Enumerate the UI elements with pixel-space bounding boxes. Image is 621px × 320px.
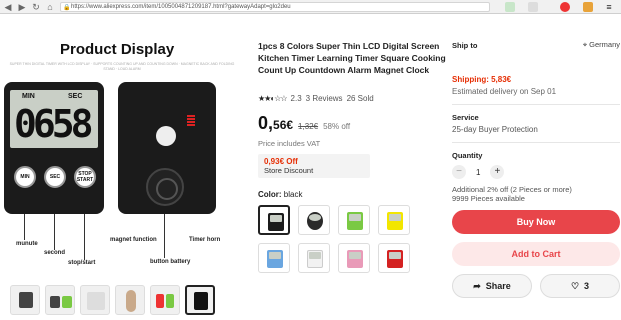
extension-icon[interactable] xyxy=(505,2,515,12)
image-fine-print: SUPER THIN DIGITAL TIMER WITH LCD DISPLA… xyxy=(9,62,235,71)
price-original: 1,32€ xyxy=(298,122,319,131)
lcd-screen: MIN SEC 0658 xyxy=(10,90,98,148)
product-main-image[interactable]: Product Display SUPER THIN DIGITAL TIMER… xyxy=(4,36,240,268)
menu-icon[interactable]: ≡ xyxy=(604,2,614,12)
share-icon: ➦ xyxy=(473,280,481,291)
address-bar[interactable]: 🔒 https://www.aliexpress.com/item/100500… xyxy=(60,2,490,12)
price-row: 0,56€ 1,32€ 58% off xyxy=(258,113,448,134)
swatch-pink[interactable] xyxy=(338,243,370,273)
lock-icon: 🔒 xyxy=(63,5,71,11)
add-to-cart-button[interactable]: Add to Cart xyxy=(452,242,620,266)
annotation-munute: munute xyxy=(16,241,38,247)
magnet xyxy=(156,126,176,146)
swatch-stopwatch[interactable] xyxy=(298,205,330,235)
wishlist-button[interactable]: ♡ 3 xyxy=(540,274,620,298)
lcd-min-label: MIN xyxy=(22,93,35,100)
ship-to-row[interactable]: Ship to ⌖ Germany xyxy=(452,40,620,50)
quantity-value[interactable]: 1 xyxy=(476,168,480,177)
buy-now-button[interactable]: Buy Now xyxy=(452,210,620,234)
adblock-icon[interactable] xyxy=(560,2,570,12)
star-rating-icon: ★★◐☆☆ xyxy=(258,94,288,103)
color-value: black xyxy=(283,190,303,199)
thumbnail[interactable] xyxy=(115,285,145,315)
thumbnail-selected[interactable] xyxy=(185,285,215,315)
thumbnail[interactable] xyxy=(150,285,180,315)
action-row: ➦ Share ♡ 3 xyxy=(452,274,620,298)
annotation-magnet: magnet function xyxy=(110,237,157,243)
thumbnail-strip xyxy=(10,285,215,315)
location-pin-icon: ⌖ xyxy=(582,40,588,49)
plus-icon[interactable]: + xyxy=(490,165,505,179)
annotation-battery: button battery xyxy=(150,259,191,265)
timer-front: MIN SEC 0658 MIN SEC STOP START xyxy=(4,82,104,214)
ship-to-label: Ship to xyxy=(452,40,478,50)
annotation-second: second xyxy=(44,250,66,256)
service-label: Service xyxy=(452,113,479,122)
coupon-label: Store Discount xyxy=(264,166,314,175)
service-value: 25-day Buyer Protection xyxy=(452,125,538,134)
quantity-stepper: − 1 + xyxy=(452,165,620,179)
home-icon[interactable]: ⌂ xyxy=(44,1,56,13)
swatch-white[interactable] xyxy=(298,243,330,273)
swatch-blue[interactable] xyxy=(258,243,290,273)
lcd-sec-label: SEC xyxy=(68,93,83,100)
forward-arrow-icon[interactable]: ▶ xyxy=(16,1,28,13)
url-text: https://www.aliexpress.com/item/10050048… xyxy=(71,4,291,10)
back-arrow-icon[interactable]: ◀ xyxy=(2,1,14,13)
price-current: 0,56€ xyxy=(258,113,294,133)
heart-icon: ♡ xyxy=(570,280,580,291)
bulk-discount-note: Additional 2% off (2 Pieces or more) xyxy=(452,185,572,194)
store-discount-coupon[interactable]: 0,93€ Off Store Discount xyxy=(258,154,370,178)
sold-count: 26 Sold xyxy=(346,94,374,103)
browser-toolbar: ◀ ▶ ↻ ⌂ 🔒 https://www.aliexpress.com/ite… xyxy=(0,0,621,14)
reviews-link[interactable]: 3 Reviews xyxy=(306,94,343,103)
battery-cover xyxy=(146,168,184,206)
thumbnail[interactable] xyxy=(45,285,75,315)
purchase-panel: Ship to ⌖ Germany Shipping: 5,83€ Estima… xyxy=(452,40,620,298)
thumbnail[interactable] xyxy=(80,285,110,315)
thumbnail[interactable] xyxy=(10,285,40,315)
quantity-label: Quantity xyxy=(452,151,483,160)
timer-sec-button: SEC xyxy=(44,166,66,188)
product-title: 1pcs 8 Colors Super Thin LCD Digital Scr… xyxy=(258,41,446,75)
timer-min-button: MIN xyxy=(14,166,36,188)
swatch-red[interactable] xyxy=(378,243,410,273)
extension-icon[interactable] xyxy=(583,2,593,12)
swatch-yellow[interactable] xyxy=(378,205,410,235)
delivery-estimate: Estimated delivery on Sep 01 xyxy=(452,87,557,96)
timer-back xyxy=(118,82,216,214)
discount-percent: 58% off xyxy=(323,122,351,131)
lcd-digits: 0658 xyxy=(14,102,93,146)
rating-row: ★★◐☆☆ 2.3 3 Reviews 26 Sold xyxy=(258,94,448,103)
image-heading: Product Display xyxy=(60,41,175,58)
shipping-cost: Shipping: 5,83€ xyxy=(452,75,512,84)
quantity-notes: Additional 2% off (2 Pieces or more) 999… xyxy=(452,185,620,203)
stock-available: 9999 Pieces available xyxy=(452,194,525,203)
timer-horn xyxy=(186,114,196,128)
rating-value: 2.3 xyxy=(290,94,302,103)
color-swatches xyxy=(258,205,428,273)
reload-icon[interactable]: ↻ xyxy=(30,1,42,13)
timer-start-button: STOP START xyxy=(74,166,96,188)
color-label: Color: black xyxy=(258,190,303,199)
destination: ⌖ Germany xyxy=(582,40,620,49)
minus-icon[interactable]: − xyxy=(452,165,466,179)
swatch-black[interactable] xyxy=(258,205,290,235)
extension-icon[interactable] xyxy=(528,2,538,12)
annotation-stop-start: stop/start xyxy=(68,260,96,266)
vat-note: Price includes VAT xyxy=(258,139,321,148)
share-button[interactable]: ➦ Share xyxy=(452,274,532,298)
swatch-green[interactable] xyxy=(338,205,370,235)
product-info: 1pcs 8 Colors Super Thin LCD Digital Scr… xyxy=(258,40,448,273)
annotation-horn: Timer horn xyxy=(189,237,221,243)
coupon-amount: 0,93€ Off xyxy=(264,157,298,166)
